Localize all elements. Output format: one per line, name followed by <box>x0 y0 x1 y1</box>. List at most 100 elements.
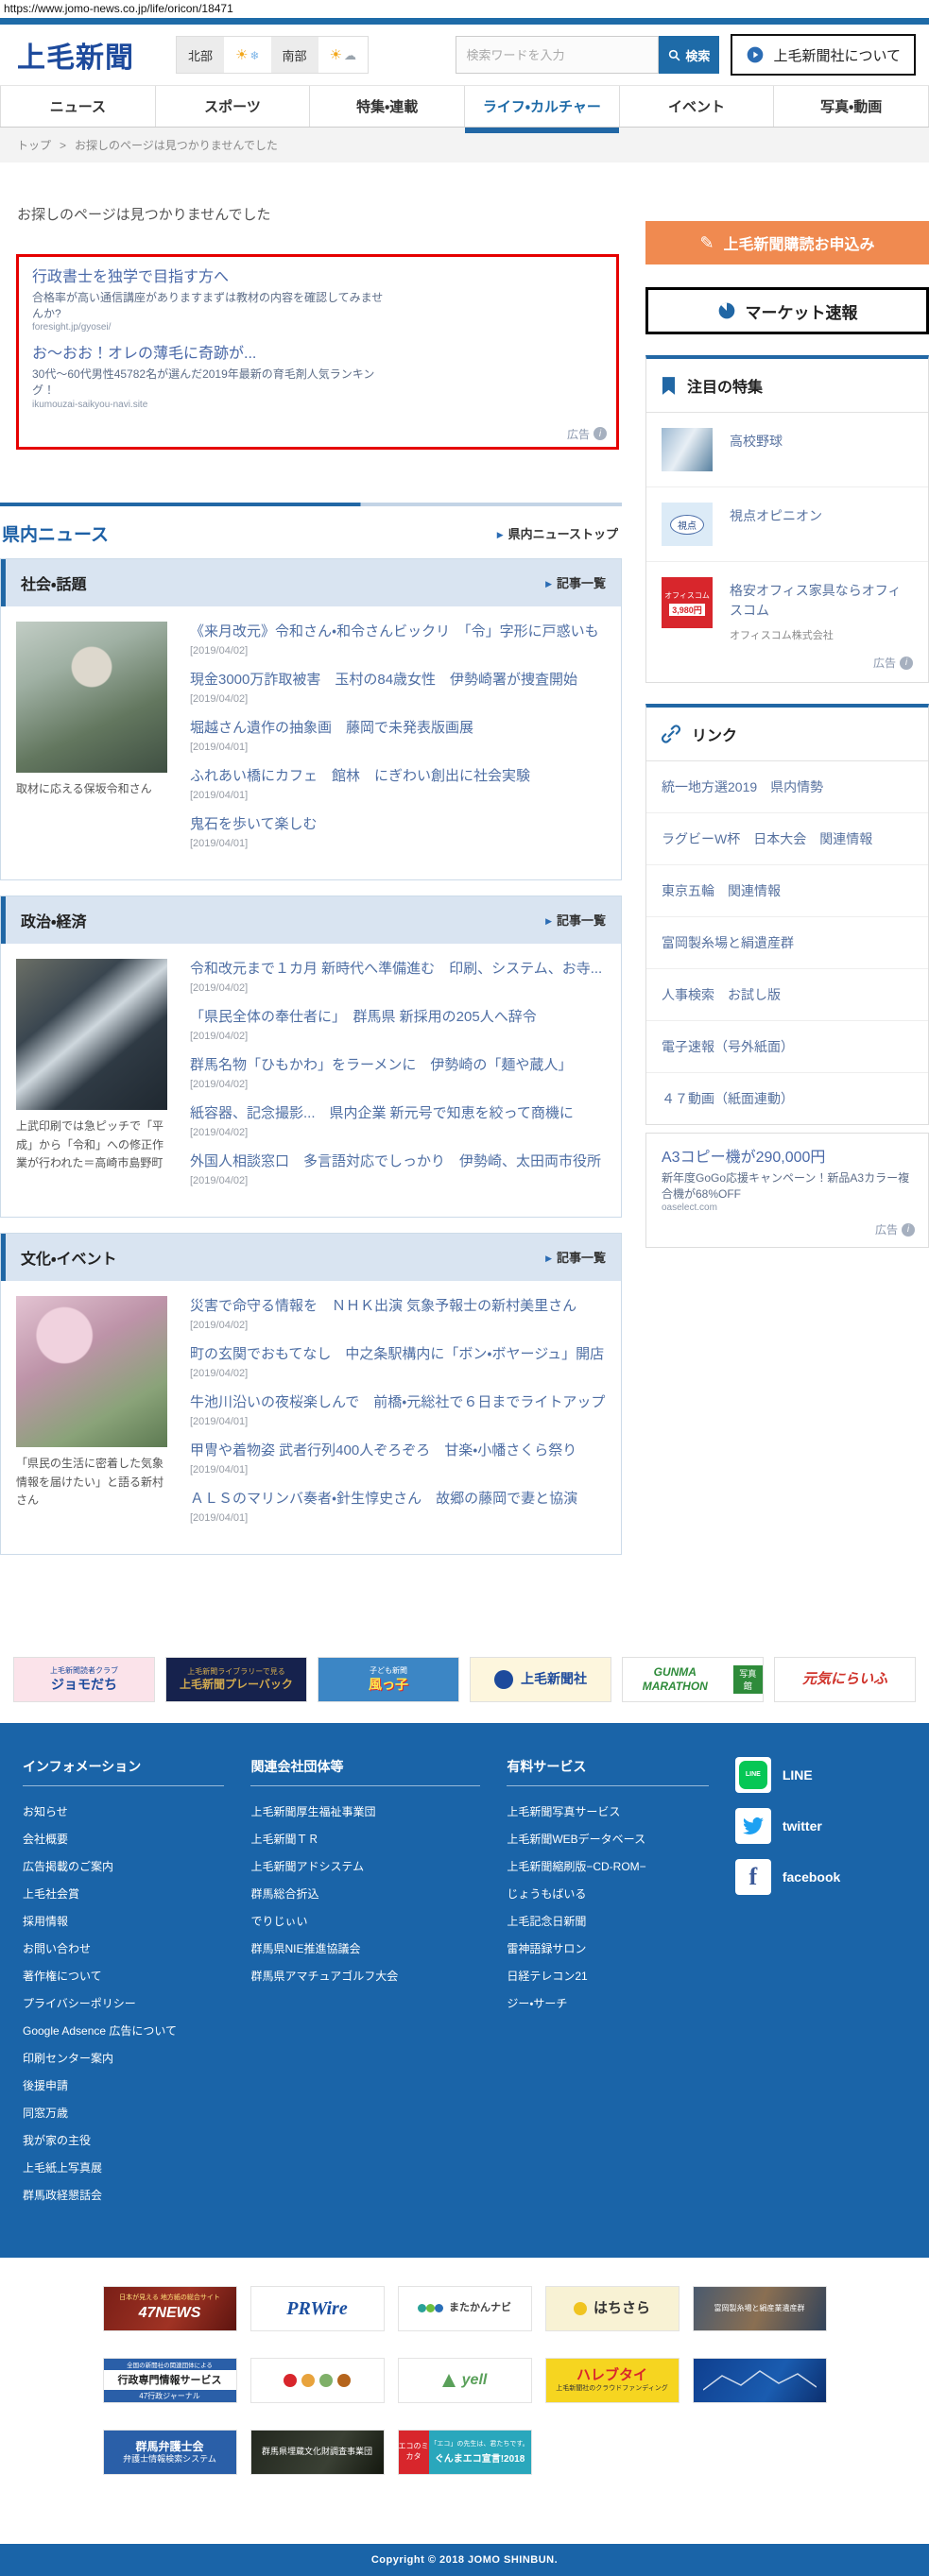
tab-news[interactable]: ニュース <box>0 86 155 127</box>
footer-link[interactable]: 群馬政経懇話会 <box>23 2189 102 2202</box>
footer-link[interactable]: 上毛社会賞 <box>23 1887 79 1901</box>
footer-link[interactable]: 群馬総合折込 <box>250 1887 318 1901</box>
footer-link[interactable]: でりじぃい <box>250 1915 307 1928</box>
footer-link[interactable]: 広告掲載のご案内 <box>23 1860 113 1873</box>
partner-banner-jomodachi[interactable]: 上毛新聞読者クラブ ジョモだち <box>13 1656 155 1702</box>
footer-link[interactable]: プライバシーポリシー <box>23 1997 136 2010</box>
footer-link[interactable]: 同窓万歳 <box>23 2107 68 2120</box>
article-link[interactable]: ふれあい橋にカフェ 館林 にぎわい創出に社会実験 <box>190 768 530 784</box>
banner-food[interactable] <box>249 2357 385 2403</box>
facebook-button[interactable]: f facebook <box>734 1858 906 1895</box>
footer-link[interactable]: ジー・サーチ <box>507 1997 567 2010</box>
ad-title-link[interactable]: 格安オフィス家具ならオフィスコム <box>730 577 913 621</box>
article-link[interactable]: 群馬名物「ひもかわ」をラーメンに 伊勢崎の「麺や蔵人」 <box>190 1057 572 1073</box>
subscribe-button[interactable]: 上毛新聞購読お申込み <box>645 221 929 264</box>
footer-link[interactable]: 群馬県アマチュアゴルフ大会 <box>250 1970 398 1983</box>
search-button[interactable]: 検索 <box>659 36 720 74</box>
article-link[interactable]: 牛池川沿いの夜桜楽しんで 前橋・元総社で６日までライトアップ <box>190 1394 605 1410</box>
footer-link[interactable]: 著作権について <box>23 1970 102 1983</box>
sidebar-link[interactable]: 電子速報（号外紙面） <box>646 1021 928 1072</box>
featured-thumbnail[interactable]: 視点 <box>662 503 713 546</box>
article-link[interactable]: 堀越さん遺作の抽象画 藤岡で未発表版画展 <box>190 720 473 736</box>
ad-choices-label[interactable]: 広告 i <box>873 655 913 671</box>
article-link[interactable]: 「県民全体の奉仕者に」 群馬県 新採用の205人へ辞令 <box>190 1009 537 1025</box>
footer-link[interactable]: 上毛新聞縮刷版−CD-ROM− <box>507 1860 645 1873</box>
article-link[interactable]: 現金3000万詐取被害 玉村の84歳女性 伊勢崎署が捜査開始 <box>190 672 577 688</box>
footer-link[interactable]: 上毛新聞WEBデータベース <box>507 1833 645 1846</box>
ad-choices-label[interactable]: 広告 i <box>567 426 607 442</box>
tab-events[interactable]: イベント <box>618 86 774 127</box>
featured-link[interactable]: 高校野球 <box>730 428 783 471</box>
ad-thumbnail[interactable]: オフィスコム 3,980円 <box>662 577 713 628</box>
article-link[interactable]: 町の玄関でおもてなし 中之条駅構内に「ボン・ボヤージュ」開店 <box>190 1346 604 1362</box>
featured-thumbnail[interactable] <box>662 428 713 471</box>
footer-link[interactable]: 群馬県NIE推進協議会 <box>250 1942 360 1955</box>
featured-link[interactable]: 視点オピニオン <box>730 503 822 546</box>
article-link[interactable]: 鬼石を歩いて楽しむ <box>190 816 318 832</box>
partner-banner-gunma-marathon[interactable]: GUNMA MARATHON 写真館 <box>622 1656 764 1702</box>
footer-link[interactable]: 上毛新聞厚生福祉事業団 <box>250 1805 375 1818</box>
ad-unit[interactable]: 行政書士を独学で目指す方へ 合格率が高い通信講座がありますまずは教材の内容を確認… <box>32 268 391 333</box>
tab-features[interactable]: 特集・連載 <box>309 86 464 127</box>
article-thumbnail[interactable] <box>16 621 167 773</box>
sidebar-link[interactable]: 統一地方選2019 県内情勢 <box>646 761 928 812</box>
line-button[interactable]: LINE LINE <box>734 1756 906 1793</box>
ad-unit[interactable]: お〜おお！オレの薄毛に奇跡が... 30代〜60代男性45782名が選んだ201… <box>32 345 391 409</box>
footer-link[interactable]: 採用情報 <box>23 1915 68 1928</box>
tab-sports[interactable]: スポーツ <box>154 86 310 127</box>
tab-life-culture[interactable]: ライフ・カルチャー <box>464 86 619 133</box>
partner-banner-playback[interactable]: 上毛新聞ライブラリーで見る 上毛新聞プレーバック <box>165 1656 307 1702</box>
banner-prwire[interactable]: PRWire <box>249 2285 385 2331</box>
partner-banner-genki-life[interactable]: 元気にらいふ <box>774 1656 916 1702</box>
search-input[interactable] <box>456 36 660 74</box>
article-list-link[interactable]: 記事一覧 <box>545 911 606 929</box>
article-link[interactable]: 災害で命守る情報を ＮＨＫ出演 気象予報士の新村美里さん <box>190 1298 576 1314</box>
footer-link[interactable]: 上毛新聞ＴＲ <box>250 1833 318 1846</box>
footer-link[interactable]: 雷神語録サロン <box>507 1942 586 1955</box>
ad-unit[interactable]: A3コピー機が290,000円 新年度GoGo応援キャンペーン！新品A3カラー複… <box>662 1149 913 1213</box>
partner-banner-kazakko[interactable]: 子ども新聞 風っ子 <box>318 1656 459 1702</box>
sidebar-link[interactable]: 東京五輪 関連情報 <box>646 865 928 916</box>
banner-harebutai[interactable]: ハレブタイ 上毛新聞社のクラウドファンディング <box>544 2357 680 2403</box>
site-logo[interactable]: 上毛新聞 <box>17 34 134 76</box>
about-company-button[interactable]: 上毛新聞社について <box>731 34 916 76</box>
banner-yell[interactable]: yell <box>397 2357 532 2403</box>
market-report-button[interactable]: マーケット速報 <box>645 287 929 334</box>
banner-gyosei-journal[interactable]: 全国の新聞社の関連団体による 行政専門情報サービス 47行政ジャーナル <box>102 2357 237 2403</box>
banner-matakan-navi[interactable]: またかんナビ <box>397 2285 532 2331</box>
article-list-link[interactable]: 記事一覧 <box>545 573 606 591</box>
sidebar-link[interactable]: ４７動画（紙面連動） <box>646 1073 928 1124</box>
footer-link[interactable]: 上毛新聞写真サービス <box>507 1805 620 1818</box>
breadcrumb-home-link[interactable]: トップ <box>17 137 51 153</box>
article-link[interactable]: ＡＬＳのマリンバ奏者・針生惇史さん 故郷の藤岡で妻と協演 <box>190 1491 577 1507</box>
article-list-link[interactable]: 記事一覧 <box>545 1248 606 1266</box>
footer-link[interactable]: 我が家の主役 <box>23 2134 91 2147</box>
prefecture-news-top-link[interactable]: 県内ニューストップ <box>497 524 618 542</box>
article-link[interactable]: 甲冑や着物姿 武者行列400人ぞろぞろ 甘楽・小幡さくら祭り <box>190 1442 576 1459</box>
partner-banner-jomo-shinbunsha[interactable]: 上毛新聞社 <box>470 1656 611 1702</box>
article-link[interactable]: 外国人相談窓口 多言語対応でしっかり 伊勢崎、太田両市役所 <box>190 1153 601 1169</box>
banner-blue-graphic[interactable] <box>692 2357 827 2403</box>
footer-link[interactable]: お知らせ <box>23 1805 68 1818</box>
ad-choices-label[interactable]: 広告 i <box>875 1221 915 1237</box>
article-link[interactable]: 令和改元まで１カ月 新時代へ準備進む 印刷、システム、お寺... <box>190 961 602 977</box>
footer-link[interactable]: 印刷センター案内 <box>23 2052 113 2065</box>
footer-link[interactable]: じょうもばいる <box>507 1887 586 1901</box>
banner-bar-association[interactable]: 群馬弁護士会 弁護士情報検索システム <box>102 2429 237 2475</box>
sidebar-link[interactable]: 人事検索 お試し版 <box>646 969 928 1020</box>
footer-link[interactable]: 後援申請 <box>23 2079 68 2092</box>
footer-link[interactable]: Google Adsence 広告について <box>23 2024 177 2038</box>
twitter-button[interactable]: twitter <box>734 1807 906 1844</box>
article-link[interactable]: 《来月改元》令和さん・和令さんビックリ 「令」字形に戸惑いも <box>190 623 599 640</box>
tab-photo-video[interactable]: 写真・動画 <box>773 86 929 127</box>
footer-link[interactable]: 上毛紙上写真展 <box>23 2161 102 2175</box>
banner-47news[interactable]: 日本が見える 地方紙の総合サイト 47NEWS <box>102 2285 237 2331</box>
article-thumbnail[interactable] <box>16 958 167 1110</box>
sidebar-link[interactable]: ラグビーW杯 日本大会 関連情報 <box>646 813 928 864</box>
article-thumbnail[interactable] <box>16 1295 167 1447</box>
footer-link[interactable]: 日経テレコン21 <box>507 1970 587 1983</box>
banner-eco-declaration[interactable]: エコのミカタ 「エコ」の先生は、君たちです。 ぐんまエコ宣言!2018 <box>397 2429 532 2475</box>
footer-link[interactable]: 上毛新聞アドシステム <box>250 1860 364 1873</box>
footer-link[interactable]: 上毛記念日新聞 <box>507 1915 586 1928</box>
banner-hachisara[interactable]: はちさら <box>544 2285 680 2331</box>
